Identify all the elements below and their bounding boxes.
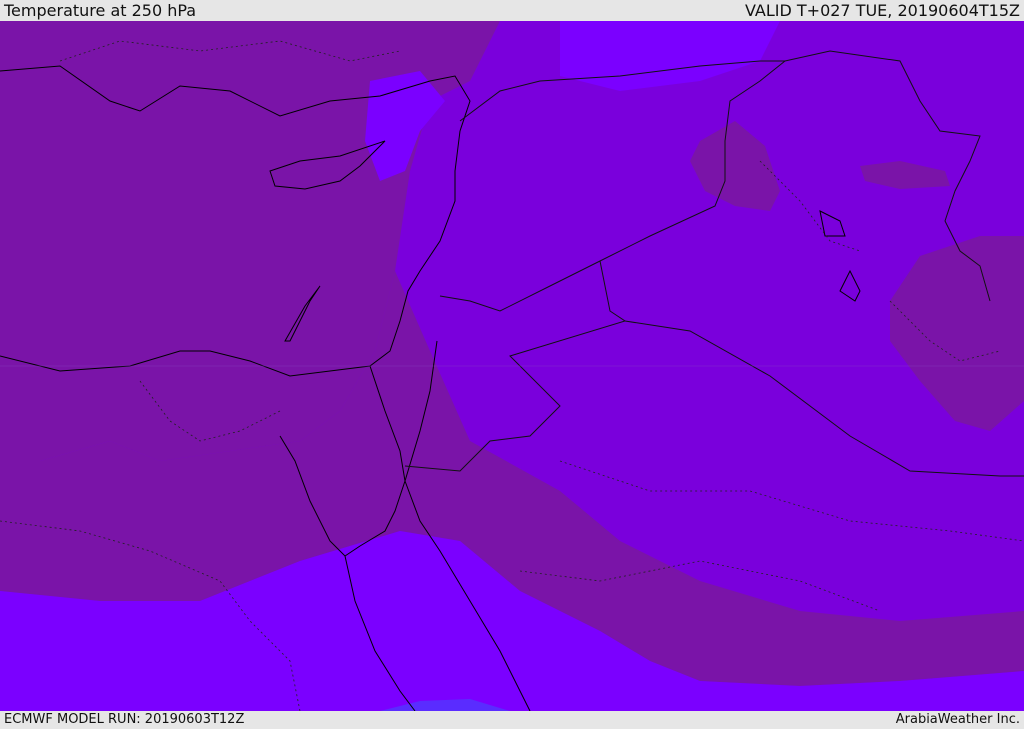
map-title: Temperature at 250 hPa (4, 1, 197, 20)
valid-time-label: VALID T+027 TUE, 20190604T15Z (744, 1, 1020, 20)
provider-label: ArabiaWeather Inc. (895, 712, 1020, 727)
map-header: Temperature at 250 hPa VALID T+027 TUE, … (0, 0, 1024, 21)
model-run-label: ECMWF MODEL RUN: 20190603T12Z (4, 712, 245, 727)
map-canvas (0, 21, 1024, 711)
map-footer: ECMWF MODEL RUN: 20190603T12Z ArabiaWeat… (0, 711, 1024, 729)
weather-map[interactable] (0, 21, 1024, 711)
